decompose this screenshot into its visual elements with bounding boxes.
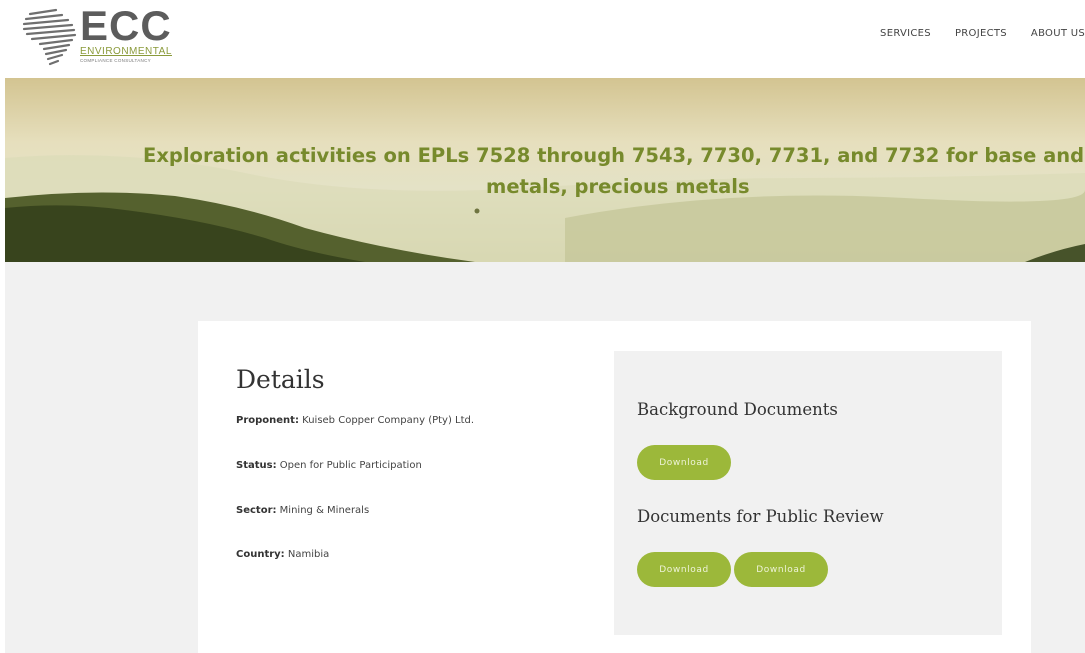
detail-value: Open for Public Participation	[276, 460, 422, 471]
nav-projects[interactable]: PROJECTS	[955, 28, 1007, 39]
logo-tagline: COMPLIANCE CONSULTANCY	[80, 58, 151, 63]
detail-label: Country:	[236, 549, 285, 560]
detail-value: Mining & Minerals	[276, 505, 370, 516]
detail-proponent: Proponent: Kuiseb Copper Company (Pty) L…	[236, 415, 474, 426]
public-review-documents-heading: Documents for Public Review	[637, 507, 884, 526]
documents-panel	[614, 351, 1002, 635]
hero-banner: Exploration activities on EPLs 7528 thro…	[5, 78, 1085, 262]
detail-country: Country: Namibia	[236, 549, 329, 560]
main-nav: SERVICES PROJECTS ABOUT US	[856, 28, 1085, 39]
detail-label: Proponent:	[236, 415, 299, 426]
detail-value: Namibia	[284, 549, 330, 560]
page-title: Exploration activities on EPLs 7528 thro…	[5, 140, 1085, 202]
nav-about-us[interactable]: ABOUT US	[1031, 28, 1085, 39]
logo-main-text: ECC	[80, 2, 172, 49]
site-header: ECC ENVIRONMENTAL COMPLIANCE CONSULTANCY…	[0, 0, 1085, 78]
detail-value: Kuiseb Copper Company (Pty) Ltd.	[298, 415, 475, 426]
detail-label: Status:	[236, 460, 277, 471]
africa-map-icon	[22, 8, 77, 66]
details-heading: Details	[236, 365, 325, 394]
ecc-logo[interactable]: ECC ENVIRONMENTAL COMPLIANCE CONSULTANCY	[22, 4, 182, 70]
detail-sector: Sector: Mining & Minerals	[236, 505, 369, 516]
page-title-line-2: metals, precious metals	[486, 175, 750, 198]
detail-label: Sector:	[236, 505, 277, 516]
nav-services[interactable]: SERVICES	[880, 28, 931, 39]
logo-divider	[80, 55, 172, 56]
detail-status: Status: Open for Public Participation	[236, 460, 422, 471]
background-documents-heading: Background Documents	[637, 400, 838, 419]
public-review-download-button-2[interactable]: Download	[734, 552, 828, 587]
page-title-line-1: Exploration activities on EPLs 7528 thro…	[143, 144, 1085, 167]
background-download-button[interactable]: Download	[637, 445, 731, 480]
public-review-download-button-1[interactable]: Download	[637, 552, 731, 587]
